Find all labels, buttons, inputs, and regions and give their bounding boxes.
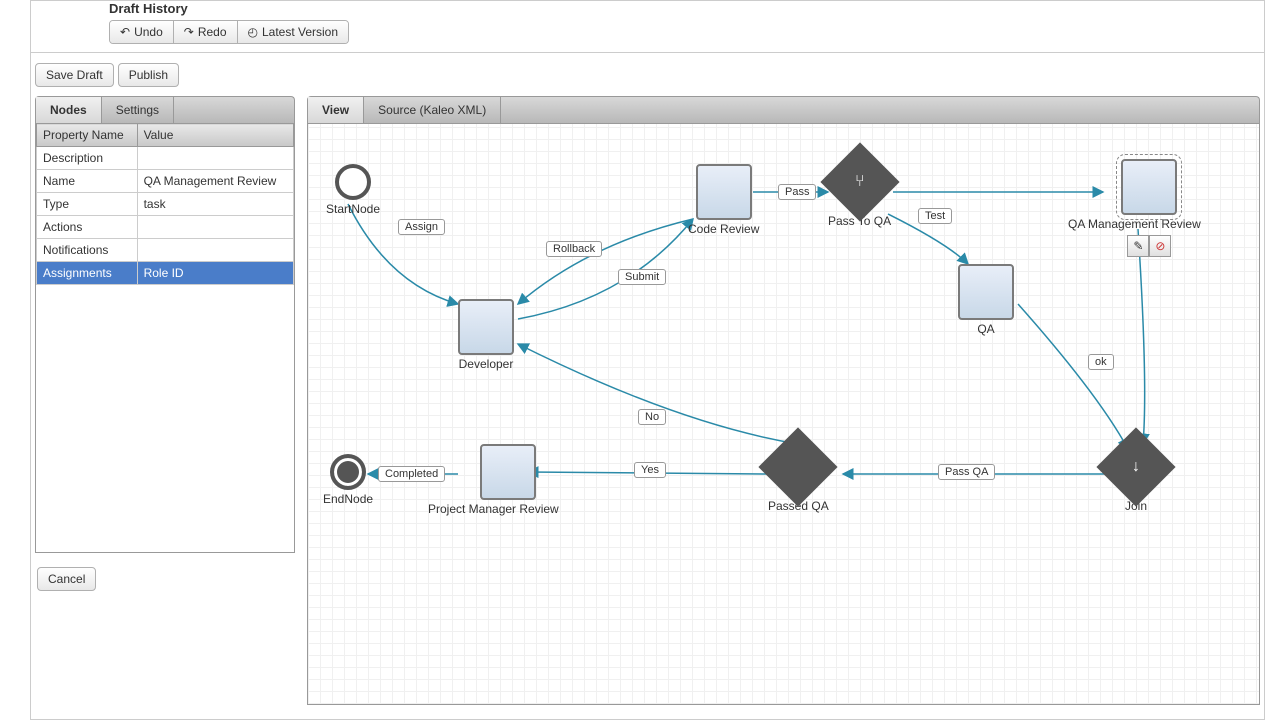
tab-settings[interactable]: Settings (102, 97, 174, 123)
save-draft-button[interactable]: Save Draft (35, 63, 114, 87)
workflow-canvas[interactable]: StartNode Assign Developer Submit Rollba… (307, 123, 1260, 705)
node-label: StartNode (326, 202, 380, 216)
clock-icon: ◴ (248, 25, 258, 39)
node-start[interactable]: StartNode (326, 164, 380, 216)
node-label: Code Review (688, 222, 759, 236)
table-row[interactable]: AssignmentsRole ID (37, 262, 294, 285)
node-developer[interactable]: Developer (458, 299, 514, 371)
edge-no[interactable]: No (638, 409, 666, 425)
table-row[interactable]: Notifications (37, 239, 294, 262)
pencil-icon: ✎ (1133, 239, 1143, 253)
task-icon (1121, 159, 1177, 215)
redo-button[interactable]: ↷Redo (174, 21, 238, 43)
node-label: Developer (458, 357, 514, 371)
properties-table: Property Name Value Description NameQA M… (36, 123, 294, 285)
col-value[interactable]: Value (137, 124, 293, 147)
node-label: EndNode (323, 492, 373, 506)
undo-icon: ↶ (120, 25, 130, 39)
edge-pass[interactable]: Pass (778, 184, 816, 200)
redo-icon: ↷ (184, 25, 194, 39)
edge-ok[interactable]: ok (1088, 354, 1114, 370)
join-icon: ↓ (1096, 427, 1175, 506)
fork-icon: ⑂ (820, 142, 899, 221)
node-label: QA (958, 322, 1014, 336)
node-fork-pass-to-qa[interactable]: ⑂ Pass To QA (828, 144, 891, 228)
edge-rollback[interactable]: Rollback (546, 241, 602, 257)
publish-button[interactable]: Publish (118, 63, 179, 87)
edge-assign[interactable]: Assign (398, 219, 445, 235)
tab-nodes[interactable]: Nodes (36, 97, 102, 123)
node-end[interactable]: EndNode (323, 454, 373, 506)
undo-button[interactable]: ↶Undo (110, 21, 174, 43)
edge-completed[interactable]: Completed (378, 466, 445, 482)
col-property-name[interactable]: Property Name (37, 124, 138, 147)
cancel-button[interactable]: Cancel (37, 567, 96, 591)
node-join[interactable]: ↓ Join (1108, 429, 1164, 513)
latest-version-button[interactable]: ◴Latest Version (238, 21, 349, 43)
node-code-review[interactable]: Code Review (688, 164, 759, 236)
table-row[interactable]: Actions (37, 216, 294, 239)
edge-pass-qa[interactable]: Pass QA (938, 464, 995, 480)
node-qa[interactable]: QA (958, 264, 1014, 336)
task-icon (958, 264, 1014, 320)
edge-submit[interactable]: Submit (618, 269, 666, 285)
condition-icon (759, 427, 838, 506)
table-row[interactable]: Typetask (37, 193, 294, 216)
node-label: Project Manager Review (428, 502, 559, 516)
node-pm-review[interactable]: Project Manager Review (458, 444, 559, 516)
start-icon (335, 164, 371, 200)
delete-node-button[interactable]: ⊘ (1149, 235, 1171, 257)
draft-history-title: Draft History (109, 1, 1264, 16)
node-qa-management-review[interactable]: QA Management Review ✎ ⊘ (1098, 159, 1201, 257)
end-icon (330, 454, 366, 490)
edit-node-button[interactable]: ✎ (1127, 235, 1149, 257)
task-icon (696, 164, 752, 220)
table-row[interactable]: Description (37, 147, 294, 170)
edge-test[interactable]: Test (918, 208, 952, 224)
forbidden-icon: ⊘ (1155, 239, 1165, 253)
edge-yes[interactable]: Yes (634, 462, 666, 478)
tab-view[interactable]: View (308, 97, 364, 123)
task-icon (458, 299, 514, 355)
node-passed-qa[interactable]: Passed QA (768, 429, 829, 513)
table-row[interactable]: NameQA Management Review (37, 170, 294, 193)
tab-source[interactable]: Source (Kaleo XML) (364, 97, 501, 123)
task-icon (480, 444, 536, 500)
node-label: QA Management Review (1068, 217, 1201, 231)
